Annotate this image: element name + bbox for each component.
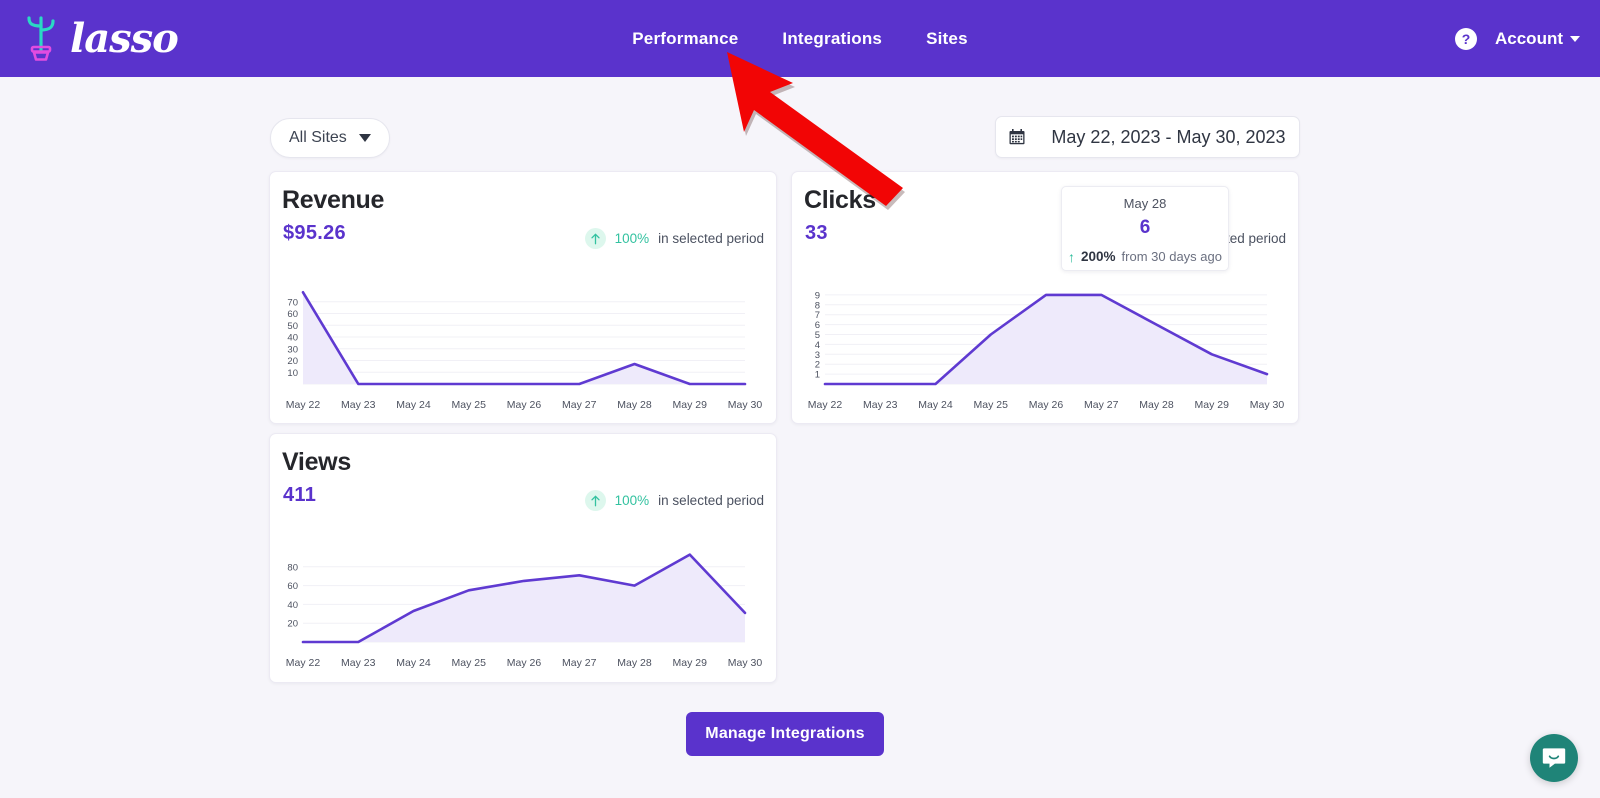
svg-text:May 25: May 25 xyxy=(452,399,487,411)
svg-text:May 27: May 27 xyxy=(562,657,597,669)
tooltip-percent: 200% xyxy=(1081,249,1116,264)
svg-text:May 28: May 28 xyxy=(617,399,652,411)
svg-text:May 30: May 30 xyxy=(728,657,763,669)
svg-text:5: 5 xyxy=(815,330,820,341)
svg-text:May 29: May 29 xyxy=(1195,399,1230,411)
svg-text:May 30: May 30 xyxy=(728,399,763,411)
card-value: 33 xyxy=(805,222,828,245)
tooltip-period-label: from 30 days ago xyxy=(1122,249,1222,264)
svg-text:1: 1 xyxy=(815,370,820,381)
svg-text:6: 6 xyxy=(815,320,820,331)
svg-text:2: 2 xyxy=(815,360,820,371)
svg-text:May 27: May 27 xyxy=(562,399,597,411)
svg-text:May 26: May 26 xyxy=(1029,399,1064,411)
svg-text:May 29: May 29 xyxy=(673,399,708,411)
svg-text:May 25: May 25 xyxy=(974,399,1009,411)
delta-period-label: in selected period xyxy=(658,231,764,246)
delta-indicator: 100% in selected period xyxy=(585,490,764,511)
chevron-down-icon xyxy=(359,134,371,142)
header-actions: ? Account xyxy=(1455,28,1580,50)
svg-text:60: 60 xyxy=(287,309,298,320)
card-title: Clicks xyxy=(804,186,876,215)
svg-text:3: 3 xyxy=(815,350,820,361)
metric-card-revenue: Revenue $95.26 100% in selected period 1… xyxy=(269,171,777,424)
views-area-chart[interactable]: 20 40 60 80 May 22 May 23 May 24 May 25 May 26 Ma… xyxy=(270,530,776,682)
svg-text:May 26: May 26 xyxy=(507,657,542,669)
arrow-up-icon xyxy=(585,228,606,249)
delta-percent: 100% xyxy=(615,493,650,508)
svg-text:20: 20 xyxy=(287,619,298,630)
svg-text:7: 7 xyxy=(815,310,820,321)
arrow-up-icon: ↑ xyxy=(1068,250,1075,264)
svg-text:May 22: May 22 xyxy=(286,399,321,411)
chart-tooltip: May 28 6 ↑ 200% from 30 days ago xyxy=(1061,186,1229,271)
svg-text:10: 10 xyxy=(287,368,298,379)
svg-text:May 29: May 29 xyxy=(673,657,708,669)
tooltip-comparison: ↑ 200% from 30 days ago xyxy=(1062,249,1228,264)
svg-text:8: 8 xyxy=(815,300,820,311)
performance-dashboard: lasso Performance Integrations Sites ? A… xyxy=(0,0,1600,798)
svg-text:9: 9 xyxy=(815,290,820,301)
svg-text:80: 80 xyxy=(287,562,298,573)
clicks-area-chart[interactable]: 123456789 May 22 May 23 May 24 May 25 May 26 M… xyxy=(792,278,1298,423)
svg-text:May 23: May 23 xyxy=(341,657,376,669)
calendar-icon xyxy=(1009,129,1025,145)
svg-text:May 22: May 22 xyxy=(286,657,321,669)
svg-text:May 24: May 24 xyxy=(396,399,431,411)
date-range-label: May 22, 2023 - May 30, 2023 xyxy=(1051,127,1285,148)
sites-filter-label: All Sites xyxy=(289,129,347,147)
help-icon[interactable]: ? xyxy=(1455,28,1477,50)
svg-text:50: 50 xyxy=(287,321,298,332)
primary-nav: Performance Integrations Sites xyxy=(632,29,967,49)
svg-text:May 23: May 23 xyxy=(863,399,898,411)
date-range-picker[interactable]: May 22, 2023 - May 30, 2023 xyxy=(995,116,1300,158)
svg-text:May 30: May 30 xyxy=(1250,399,1285,411)
nav-item-performance[interactable]: Performance xyxy=(632,29,738,49)
svg-text:May 24: May 24 xyxy=(918,399,953,411)
delta-period-label: in selected period xyxy=(658,493,764,508)
chevron-down-icon xyxy=(1570,36,1580,42)
card-value: $95.26 xyxy=(283,222,346,245)
svg-text:60: 60 xyxy=(287,581,298,592)
svg-text:40: 40 xyxy=(287,333,298,344)
svg-text:May 22: May 22 xyxy=(808,399,843,411)
brand-logo[interactable]: lasso xyxy=(18,10,178,67)
nav-item-sites[interactable]: Sites xyxy=(926,29,968,49)
arrow-up-icon xyxy=(585,490,606,511)
svg-text:40: 40 xyxy=(287,600,298,611)
svg-text:30: 30 xyxy=(287,344,298,355)
tooltip-date: May 28 xyxy=(1062,196,1228,211)
intercom-chat-icon[interactable] xyxy=(1530,734,1578,782)
svg-text:70: 70 xyxy=(287,297,298,308)
filter-bar: All Sites xyxy=(0,118,1600,160)
account-label: Account xyxy=(1495,29,1563,49)
svg-text:20: 20 xyxy=(287,356,298,367)
card-value: 411 xyxy=(283,484,316,507)
cactus-icon xyxy=(18,10,64,67)
logo-wordmark: lasso xyxy=(70,19,178,59)
svg-text:May 25: May 25 xyxy=(452,657,487,669)
svg-text:May 26: May 26 xyxy=(507,399,542,411)
manage-integrations-button[interactable]: Manage Integrations xyxy=(686,712,884,756)
tooltip-value: 6 xyxy=(1062,217,1228,239)
svg-text:May 23: May 23 xyxy=(341,399,376,411)
delta-percent: 100% xyxy=(615,231,650,246)
svg-text:May 24: May 24 xyxy=(396,657,431,669)
revenue-area-chart[interactable]: 10203040506070 May 22 May 23 May 24 May 25 Ma… xyxy=(270,278,776,423)
svg-text:May 28: May 28 xyxy=(617,657,652,669)
card-title: Views xyxy=(282,448,351,477)
app-header: lasso Performance Integrations Sites ? A… xyxy=(0,0,1600,77)
metric-card-views: Views 411 100% in selected period 20 40 60… xyxy=(269,433,777,683)
account-menu[interactable]: Account xyxy=(1495,29,1580,49)
card-title: Revenue xyxy=(282,186,384,215)
sites-filter-dropdown[interactable]: All Sites xyxy=(270,118,390,158)
svg-text:May 28: May 28 xyxy=(1139,399,1174,411)
svg-text:May 27: May 27 xyxy=(1084,399,1119,411)
svg-text:4: 4 xyxy=(815,340,820,351)
nav-item-integrations[interactable]: Integrations xyxy=(782,29,882,49)
delta-indicator: 100% in selected period xyxy=(585,228,764,249)
